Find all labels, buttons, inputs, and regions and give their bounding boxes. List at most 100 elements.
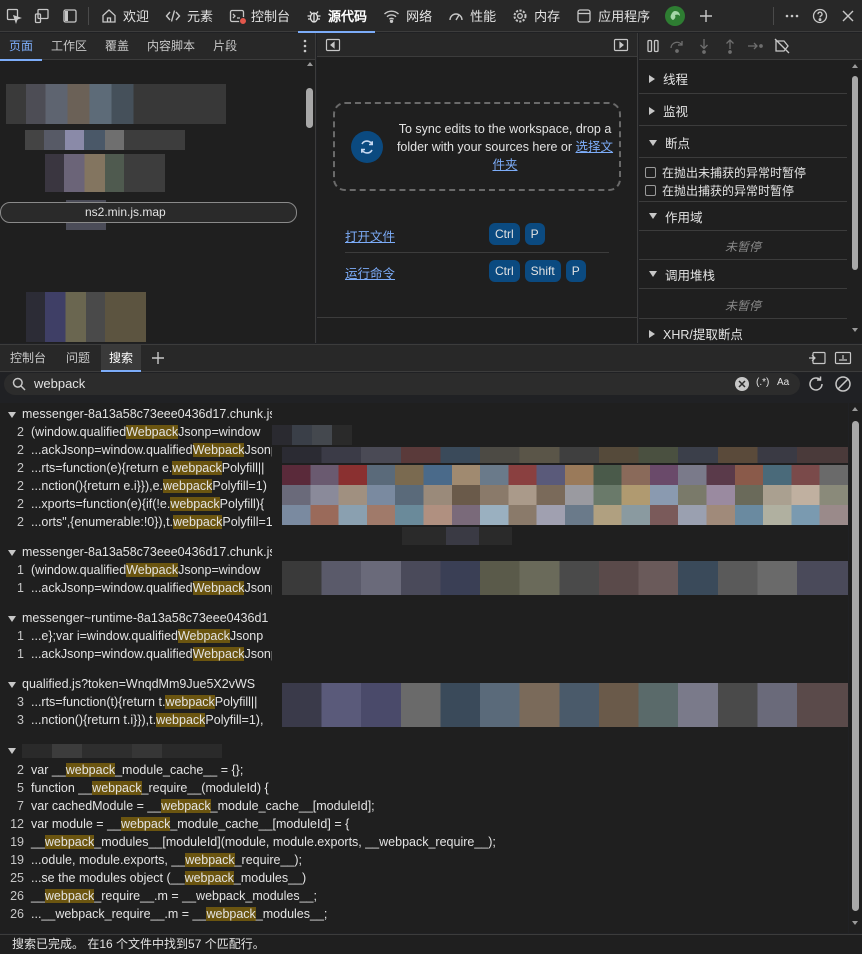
section-label: 作用域 (665, 210, 703, 225)
line-text: ...rts=function(e){return e.webpackPolyf… (31, 461, 265, 475)
match-case-toggle[interactable]: Aa (777, 377, 789, 388)
search-input-box[interactable]: webpack (.*) Aa (4, 373, 800, 395)
error-badge-icon (239, 16, 248, 25)
refresh-search-icon[interactable] (807, 375, 825, 393)
inspect-element-icon[interactable] (0, 0, 28, 32)
line-text: ...se the modules object (__webpack_modu… (31, 871, 307, 885)
line-number: 1 (17, 563, 24, 577)
drawer-close-icon[interactable] (834, 350, 852, 366)
clear-search-icon[interactable] (735, 377, 749, 391)
navigator-scrollbar[interactable] (303, 60, 316, 343)
add-drawer-tab-icon[interactable] (151, 351, 165, 365)
result-file-header[interactable]: messenger~runtime-8a13a58c73eee0436d1 (0, 609, 268, 627)
help-icon[interactable] (806, 0, 834, 32)
open-file-link[interactable]: 打开文件 (345, 226, 395, 245)
device-toolbar-icon[interactable] (28, 0, 56, 32)
more-options-icon[interactable] (778, 0, 806, 32)
line-text: ...xports=function(e){if(!e.webpackPolyf… (31, 497, 265, 511)
step-over-icon[interactable] (669, 38, 687, 54)
results-scrollbar[interactable] (849, 403, 862, 933)
threads-section[interactable]: 线程 (639, 64, 847, 94)
collapse-icon (8, 615, 16, 622)
debugger-scrollbar[interactable] (848, 60, 862, 343)
toggle-debugger-icon[interactable] (613, 37, 629, 53)
breakpoints-section[interactable]: 断点 (639, 128, 847, 158)
line-text: ...e};var i=window.qualifiedWebpackJsonp (31, 629, 264, 643)
close-icon[interactable] (834, 0, 862, 32)
line-number: 25 (10, 871, 24, 885)
gear-icon (513, 9, 527, 22)
tab-console[interactable]: 控制台 (221, 0, 298, 32)
deactivate-breakpoints-icon[interactable] (773, 38, 791, 54)
dock-sidebar-icon[interactable] (56, 0, 84, 32)
drawer-dock-icon[interactable] (808, 350, 826, 366)
line-number: 1 (17, 629, 24, 643)
checkbox-label: 在抛出捕获的异常时暂停 (662, 184, 795, 198)
section-label: 线程 (663, 73, 689, 87)
drawer-tab-issues[interactable]: 问题 (66, 345, 90, 372)
watch-section[interactable]: 监视 (639, 96, 847, 126)
line-number: 2 (17, 763, 24, 777)
drawer-tabbar: 控制台 问题 搜索 (0, 344, 862, 372)
tab-elements[interactable]: 元素 (157, 0, 221, 32)
search-icon (12, 377, 26, 391)
redacted-region (272, 403, 848, 735)
more-tabs-plus-icon[interactable] (692, 0, 720, 32)
shortcut-key: Ctrl (489, 260, 520, 282)
command-divider (345, 252, 609, 253)
scope-section[interactable]: 作用域 (639, 201, 847, 231)
home-icon (102, 8, 116, 23)
tab-sources[interactable]: 源代码 (298, 0, 376, 33)
result-file-name: qualified.js?token=WnqdMm9Jue5X2vWS (22, 677, 256, 691)
clear-results-icon[interactable] (834, 375, 852, 393)
tab-label: 源代码 (328, 9, 368, 24)
line-text: ...orts",{enumerable:!0}),t.webpackPolyf… (31, 515, 273, 529)
navigator-panel: 页面 工作区 覆盖 内容脚本 片段 ns2.min.js.map (0, 33, 316, 343)
tab-network[interactable]: 网络 (375, 0, 440, 32)
tab-content-scripts[interactable]: 内容脚本 (138, 33, 204, 60)
result-file-header[interactable] (0, 741, 222, 759)
navigator-more-icon[interactable] (295, 39, 315, 53)
line-text: ...ackJsonp=window.qualifiedWebpackJsonp (31, 443, 278, 457)
checkbox-label: 在抛出未捕获的异常时暂停 (662, 166, 807, 180)
step-icon[interactable] (747, 38, 765, 54)
debugger-sidebar: 线程 监视 断点 在抛出未捕获的异常时暂停 在抛出捕获的异常时暂停 作用域 未暂… (639, 33, 862, 343)
tab-application[interactable]: 应用程序 (568, 0, 658, 32)
tab-page[interactable]: 页面 (0, 33, 43, 61)
result-file-header[interactable]: qualified.js?token=WnqdMm9Jue5X2vWS (0, 675, 255, 693)
redacted-file-name (22, 743, 222, 758)
tab-snippets[interactable]: 片段 (204, 33, 246, 60)
tab-workspace[interactable]: 工作区 (42, 33, 96, 60)
line-text: var cachedModule = __webpack_module_cach… (31, 799, 375, 813)
checkbox[interactable] (645, 167, 656, 178)
search-query[interactable]: webpack (34, 376, 85, 391)
tab-welcome[interactable]: 欢迎 (93, 0, 157, 32)
pause-uncaught-option[interactable]: 在抛出未捕获的异常时暂停 (645, 164, 806, 181)
line-number: 2 (17, 515, 24, 529)
pause-icon[interactable] (645, 38, 661, 54)
tab-overrides[interactable]: 覆盖 (96, 33, 138, 60)
tab-performance[interactable]: 性能 (440, 0, 504, 32)
pause-caught-option[interactable]: 在抛出捕获的异常时暂停 (645, 182, 794, 199)
step-into-icon[interactable] (695, 38, 713, 54)
regex-toggle[interactable]: (.*) (756, 377, 769, 388)
run-command-link[interactable]: 运行命令 (345, 263, 395, 282)
step-out-icon[interactable] (721, 38, 739, 54)
result-file-header[interactable]: messenger-8a13a58c73eee0436d17.chunk.js (0, 405, 276, 423)
workspace-drop-zone[interactable]: To sync edits to the workspace, drop a f… (333, 102, 621, 191)
line-number: 3 (17, 713, 24, 727)
section-label: 调用堆栈 (665, 268, 716, 283)
drawer-tab-search[interactable]: 搜索 (101, 345, 142, 372)
extension-logo-icon[interactable] (658, 0, 692, 32)
line-text: ...rts=function(t){return t.webpackPolyf… (31, 695, 258, 709)
result-file-name: messenger-8a13a58c73eee0436d17.chunk.js (22, 545, 276, 559)
drawer-tab-console[interactable]: 控制台 (10, 345, 46, 372)
toggle-navigator-icon[interactable] (325, 37, 341, 53)
result-file-header[interactable]: messenger-8a13a58c73eee0436d17.chunk.js (0, 543, 276, 561)
line-number: 2 (17, 461, 24, 475)
result-file-name: messenger-8a13a58c73eee0436d17.chunk.js (22, 407, 276, 421)
file-path-pill[interactable]: ns2.min.js.map (0, 202, 297, 223)
call-stack-section[interactable]: 调用堆栈 (639, 259, 847, 289)
checkbox[interactable] (645, 185, 656, 196)
tab-memory[interactable]: 内存 (504, 0, 568, 32)
